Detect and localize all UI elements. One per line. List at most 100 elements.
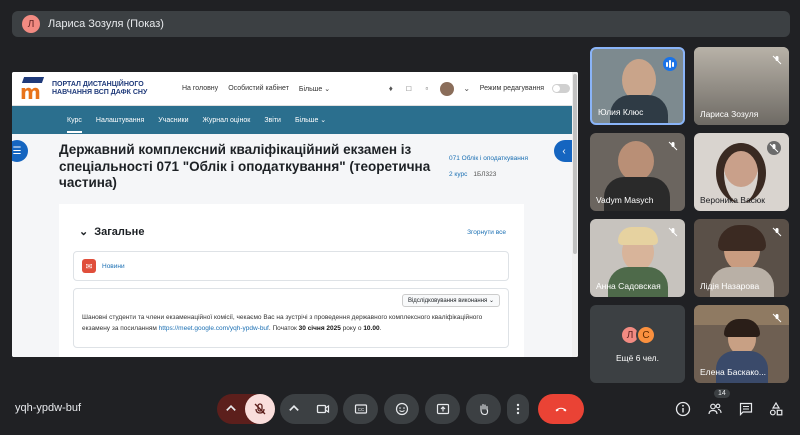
chevron-up-icon[interactable] xyxy=(217,394,245,424)
present-screen-icon xyxy=(436,403,449,415)
mic-off-icon xyxy=(772,55,782,65)
tab-grades[interactable]: Журнал оцінок xyxy=(203,117,251,124)
course-nav: Курс Налаштування Учасники Журнал оцінок… xyxy=(12,106,578,134)
logo-icon: m xyxy=(20,76,48,102)
leave-call-button[interactable] xyxy=(538,394,584,424)
presenter-bar[interactable]: Л Лариса Зозуля (Показ) xyxy=(12,11,790,37)
nav-more[interactable]: Більше ⌄ xyxy=(299,85,330,93)
participant-video xyxy=(724,319,760,337)
mic-off-button[interactable] xyxy=(245,394,275,424)
participant-tile[interactable]: Вероника Васюк xyxy=(694,133,789,211)
more-options-button[interactable] xyxy=(507,394,529,424)
nav-dashboard[interactable]: Особистий кабінет xyxy=(228,85,289,93)
announcement-text-part: . Початок xyxy=(268,325,299,332)
activities-button[interactable] xyxy=(767,400,785,418)
camera-icon xyxy=(316,404,330,414)
participant-tile[interactable]: Vadym Masych xyxy=(590,133,685,211)
participant-video xyxy=(604,177,670,211)
participant-tile[interactable]: Лідія Назарова xyxy=(694,219,789,297)
bell-icon[interactable]: ♦ xyxy=(386,84,396,94)
activities-icon xyxy=(769,401,783,416)
participant-count-badge: 14 xyxy=(714,389,730,398)
participant-name: Вероника Васюк xyxy=(700,195,766,205)
meet-window: Л Лариса Зозуля (Показ) m ПОРТАЛ ДИСТАНЦ… xyxy=(0,0,800,435)
crumb-category[interactable]: 071 Облік і оподаткування xyxy=(449,154,539,163)
captions-icon: CC xyxy=(354,404,367,414)
info-icon xyxy=(675,401,691,417)
collapse-all-link[interactable]: Згорнути все xyxy=(467,229,506,236)
mic-off-icon xyxy=(668,141,678,151)
chevron-down-icon[interactable]: ⌄ xyxy=(79,225,88,238)
crumb-year[interactable]: 2 курс xyxy=(449,170,467,179)
section-title: Загальне xyxy=(94,225,145,238)
captions-button[interactable]: CC xyxy=(343,394,378,424)
participant-tile[interactable]: Лариса Зозуля xyxy=(694,47,789,125)
mic-control-group xyxy=(217,394,275,424)
news-forum-item[interactable]: ✉ Новини xyxy=(73,251,509,281)
tab-course[interactable]: Курс xyxy=(67,108,82,133)
meeting-code: yqh-ypdw-buf xyxy=(15,402,82,414)
meeting-info-button[interactable] xyxy=(674,400,692,418)
end-call-icon xyxy=(555,407,567,412)
announcement-text-part: року о xyxy=(340,325,364,332)
participant-tile[interactable]: Анна Садовская xyxy=(590,219,685,297)
announcement-time: 10.00 xyxy=(363,325,380,332)
notes-icon[interactable]: ▫ xyxy=(422,84,432,94)
participant-video xyxy=(718,225,766,251)
page-scrollbar[interactable] xyxy=(572,72,578,357)
more-vert-icon xyxy=(516,403,520,415)
edit-mode-label: Режим редагування xyxy=(479,85,544,92)
edit-mode-toggle[interactable] xyxy=(552,84,570,93)
announcement-date: 30 січня 2025 xyxy=(298,325,341,332)
participant-video xyxy=(618,141,654,181)
more-participants-tile[interactable]: Л С Ещё 6 чел. xyxy=(590,305,685,383)
mic-off-icon xyxy=(668,227,678,237)
breadcrumb: 071 Облік і оподаткування 2 курс 1БЛ323 xyxy=(449,154,539,179)
chevron-down-icon[interactable]: ⌄ xyxy=(462,84,472,94)
user-avatar[interactable] xyxy=(439,81,454,96)
raise-hand-button[interactable] xyxy=(466,394,501,424)
message-icon[interactable]: □ xyxy=(404,84,414,94)
course-content: ☰ ‹ Державний комплексний кваліфікаційни… xyxy=(12,134,578,357)
block-drawer-chevron-icon[interactable]: ‹ xyxy=(554,140,574,162)
meeting-link[interactable]: https://meet.google.com/yqh-ypdw-buf xyxy=(159,325,269,332)
participant-tile[interactable]: Елена Баскако... xyxy=(694,305,789,383)
nav-home[interactable]: На головну xyxy=(182,85,218,93)
mic-off-icon xyxy=(772,227,782,237)
emoji-icon xyxy=(395,402,408,416)
portal-logo[interactable]: m ПОРТАЛ ДИСТАНЦІЙНОГО НАВЧАННЯ ВСП ДАФК… xyxy=(20,76,168,102)
announcement-block: Відслідковування виконання ⌄ Шановні сту… xyxy=(73,288,509,348)
present-button[interactable] xyxy=(425,394,460,424)
tab-settings[interactable]: Налаштування xyxy=(96,117,144,124)
forum-icon: ✉ xyxy=(82,259,96,273)
tab-reports[interactable]: Звіти xyxy=(264,117,281,124)
people-button[interactable] xyxy=(706,400,724,418)
tab-more[interactable]: Більше ⌄ xyxy=(295,116,326,124)
camera-button[interactable] xyxy=(308,402,338,416)
course-index-icon[interactable]: ☰ xyxy=(12,140,28,162)
people-icon xyxy=(708,403,722,415)
logo-line2: НАВЧАННЯ ВСП ДАФК СНУ xyxy=(52,88,148,96)
news-label[interactable]: Новини xyxy=(102,263,125,270)
presenter-name: Лариса Зозуля (Показ) xyxy=(48,18,164,30)
participant-video xyxy=(618,227,658,245)
reactions-button[interactable] xyxy=(384,394,419,424)
logo-line1: ПОРТАЛ ДИСТАНЦІЙНОГО xyxy=(52,80,144,88)
svg-text:CC: CC xyxy=(357,407,364,412)
chevron-up-icon[interactable] xyxy=(280,402,308,416)
completion-tracking-button[interactable]: Відслідковування виконання ⌄ xyxy=(401,294,500,307)
speaking-indicator-icon xyxy=(663,57,677,71)
participant-name: Анна Садовская xyxy=(596,281,661,291)
course-section-card: ⌄ Загальне Згорнути все ✉ Новини Відслід… xyxy=(59,204,524,357)
participant-tile[interactable]: Юлия Клюс xyxy=(590,47,685,125)
camera-control-group xyxy=(280,394,338,424)
mic-off-icon xyxy=(772,313,782,323)
more-participants-label: Ещё 6 чел. xyxy=(615,353,660,363)
participant-name: Лідія Назарова xyxy=(700,281,760,291)
participant-name: Елена Баскако... xyxy=(700,367,766,377)
page-title: Державний комплексний кваліфікаційний ек… xyxy=(59,142,431,190)
tab-participants[interactable]: Учасники xyxy=(158,117,188,124)
participant-video xyxy=(716,143,766,203)
section-header[interactable]: ⌄ Загальне xyxy=(79,225,145,239)
chat-button[interactable] xyxy=(737,400,755,418)
